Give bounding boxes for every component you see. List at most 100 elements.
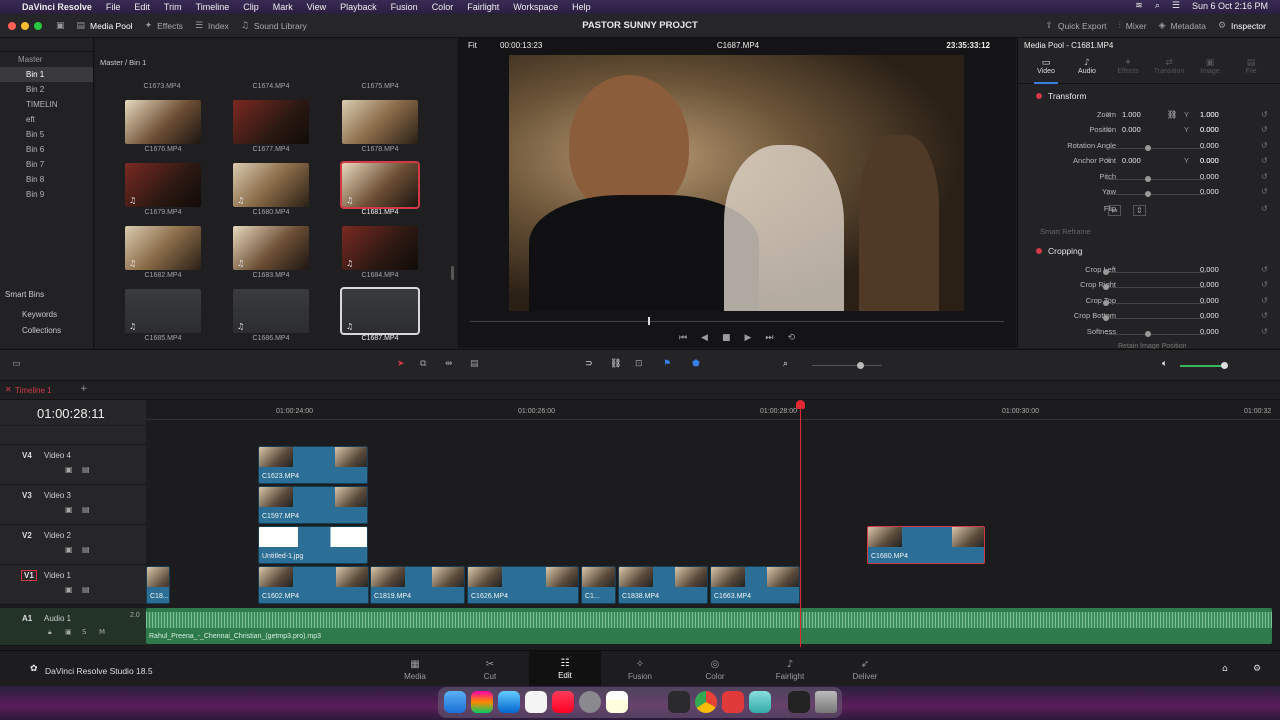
zoom-icon[interactable]: ⌕ (783, 359, 788, 369)
track-id[interactable]: V3 (22, 491, 32, 500)
quick-export-button[interactable]: ⇪ Quick Export (1045, 21, 1106, 31)
menu-timeline[interactable]: Timeline (196, 2, 230, 12)
clip-thumbnail[interactable] (233, 100, 309, 144)
softness-value[interactable]: 0.000 (1200, 327, 1219, 336)
track-output-icon[interactable]: ▤ (82, 545, 90, 554)
page-deliver[interactable]: ➶ Deliver (835, 659, 895, 681)
clip-thumbnail[interactable]: ♫ (233, 163, 309, 207)
softness-slider-handle[interactable] (1145, 331, 1151, 337)
window-minimize-button[interactable] (21, 21, 29, 30)
rotation-angle-value[interactable]: 0.000 (1200, 141, 1219, 150)
crop-bottom-slider-handle[interactable] (1103, 315, 1109, 321)
flag-icon[interactable]: ⚑ (663, 359, 671, 369)
track-header-v3[interactable]: V3 Video 3 ▣ ▤ (0, 485, 146, 525)
wifi-icon[interactable]: ≋ (1135, 1, 1143, 11)
lock-icon[interactable]: ⊡ (635, 359, 643, 369)
zoom-x-value[interactable]: 1.000 (1122, 110, 1141, 119)
loop-icon[interactable]: ⟲ (788, 333, 796, 343)
dynamic-trim-icon[interactable]: ⇹ (445, 359, 453, 369)
inspector-tab-image[interactable]: ▣ Image (1188, 58, 1232, 75)
y-value[interactable]: 0.000 (1200, 125, 1219, 134)
reset-icon[interactable]: ↺ (1261, 296, 1268, 305)
inspector-tab-audio[interactable]: ♪ Audio (1065, 58, 1109, 75)
menu-workspace[interactable]: Workspace (513, 2, 558, 12)
play-reverse-icon[interactable]: ◀ (701, 333, 708, 343)
timeline-clip[interactable]: C1819.MP4 (370, 566, 465, 604)
media-pool-scrollbar[interactable] (451, 266, 454, 280)
auto-select-icon[interactable]: ▣ (65, 628, 72, 636)
clip-thumbnail[interactable]: ♫ (233, 226, 309, 270)
bin-item-2[interactable]: Bin 2 (0, 82, 93, 97)
safari-icon[interactable] (498, 691, 520, 713)
go-to-start-icon[interactable]: ⏮ (679, 333, 687, 343)
page-fairlight[interactable]: ♪ Fairlight (760, 659, 820, 681)
snapping-icon[interactable]: ⊃ (585, 359, 593, 369)
inspector-tab-transition[interactable]: ⇄ Transition (1147, 58, 1191, 75)
page-edit[interactable]: ☷ Edit (529, 651, 601, 687)
metadata-button[interactable]: ◈ Metadata (1159, 21, 1206, 31)
trim-tool-icon[interactable]: ⧉ (420, 359, 426, 369)
timeline-clip[interactable]: Untitled-1.jpg (258, 526, 368, 564)
reset-icon[interactable]: ↺ (1261, 265, 1268, 274)
reset-icon[interactable]: ↺ (1261, 204, 1268, 213)
track-id[interactable]: V4 (22, 451, 32, 460)
crop-top-value[interactable]: 0.000 (1200, 296, 1219, 305)
solo-icon[interactable]: S (82, 628, 86, 636)
timeline-zoom-handle[interactable] (857, 362, 864, 369)
auto-select-icon[interactable]: ▣ (65, 545, 73, 554)
viewer-scrubber-track[interactable] (470, 321, 1004, 322)
add-timeline-icon[interactable]: + (80, 384, 88, 394)
bin-item-8[interactable]: Bin 8 (0, 172, 93, 187)
track-output-icon[interactable]: ▤ (82, 465, 90, 474)
reset-icon[interactable]: ↺ (1261, 311, 1268, 320)
viewer-fit-dropdown[interactable]: Fit (468, 41, 477, 50)
menubar-datetime[interactable]: Sun 6 Oct 2:16 PM (1192, 1, 1268, 11)
y-value[interactable]: 1.000 (1200, 110, 1219, 119)
track-header-partial[interactable] (0, 426, 146, 445)
app-icon[interactable] (722, 691, 744, 713)
track-header-v1[interactable]: V1 Video 1 ▣ ▤ (0, 565, 146, 605)
finder-icon[interactable] (444, 691, 466, 713)
clip-thumbnail[interactable]: ♫ (125, 289, 201, 333)
viewer-frame-image[interactable] (509, 55, 964, 311)
inspector-tab-file[interactable]: ▤ File (1229, 58, 1273, 75)
menu-playback[interactable]: Playback (340, 2, 377, 12)
clip-thumbnail[interactable]: ♫ (125, 163, 201, 207)
marker-icon[interactable]: ⬟ (692, 359, 700, 369)
timeline-clip[interactable]: C1663.MP4 (710, 566, 800, 604)
yaw-slider-handle[interactable] (1145, 191, 1151, 197)
cropping-section-header[interactable]: Cropping (1048, 246, 1083, 256)
timeline-clip[interactable]: C1... (581, 566, 616, 604)
clip-thumbnail[interactable] (125, 100, 201, 144)
bin-item-7[interactable]: Bin 7 (0, 157, 93, 172)
timeline-tab-1[interactable]: Timeline 1 (15, 386, 52, 395)
chrome-icon[interactable] (695, 691, 717, 713)
clip-thumbnail[interactable]: ♫ (125, 226, 201, 270)
reset-icon[interactable]: ↺ (1261, 172, 1268, 181)
timeline-playhead[interactable] (800, 402, 801, 647)
reset-icon[interactable]: ↺ (1261, 125, 1268, 134)
menu-help[interactable]: Help (572, 2, 591, 12)
smart-reframe-section[interactable]: Smart Reframe (1040, 227, 1091, 236)
page-color[interactable]: ◎ Color (685, 659, 745, 681)
play-icon[interactable]: ▶ (744, 333, 751, 343)
inspector-tab-video[interactable]: ▭ Video (1024, 58, 1068, 75)
index-button[interactable]: ☰ Index (195, 21, 229, 31)
track-header-v2[interactable]: V2 Video 2 ▣ ▤ (0, 525, 146, 565)
lock-track-icon[interactable]: 🔒︎ (48, 628, 52, 637)
y-value[interactable]: 0.000 (1200, 156, 1219, 165)
pitch-value[interactable]: 0.000 (1200, 172, 1219, 181)
crop-right-value[interactable]: 0.000 (1200, 280, 1219, 289)
mute-icon[interactable]: M (99, 628, 105, 636)
menu-fairlight[interactable]: Fairlight (467, 2, 499, 12)
clip-thumbnail[interactable]: ♫ (340, 161, 420, 209)
clip-thumbnail[interactable]: ♫ (342, 226, 418, 270)
flip-horizontal-icon[interactable]: ⇔ (1108, 205, 1121, 216)
timeline-view-options-icon[interactable]: ▭ (12, 359, 21, 369)
timeline-clip[interactable]: C1680.MP4 (867, 526, 985, 564)
timeline-clip[interactable]: C1602.MP4 (258, 566, 369, 604)
pitch-slider[interactable] (1106, 179, 1206, 180)
menu-mark[interactable]: Mark (273, 2, 293, 12)
bin-item-eft[interactable]: eft (0, 112, 93, 127)
menu-app-name[interactable]: DaVinci Resolve (22, 2, 92, 12)
